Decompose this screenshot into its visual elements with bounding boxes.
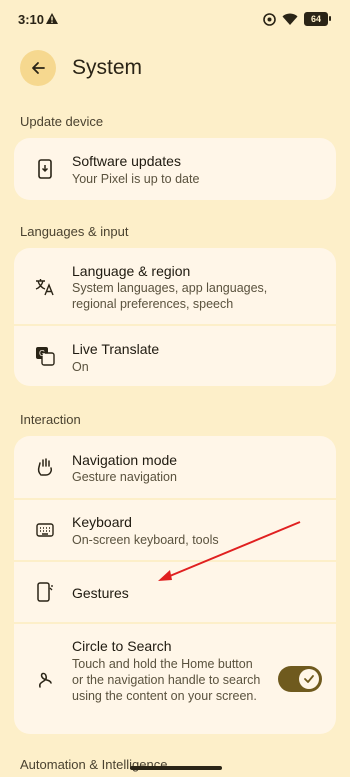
- home-gesture-handle[interactable]: [130, 766, 222, 770]
- annotation-arrow: [158, 521, 301, 581]
